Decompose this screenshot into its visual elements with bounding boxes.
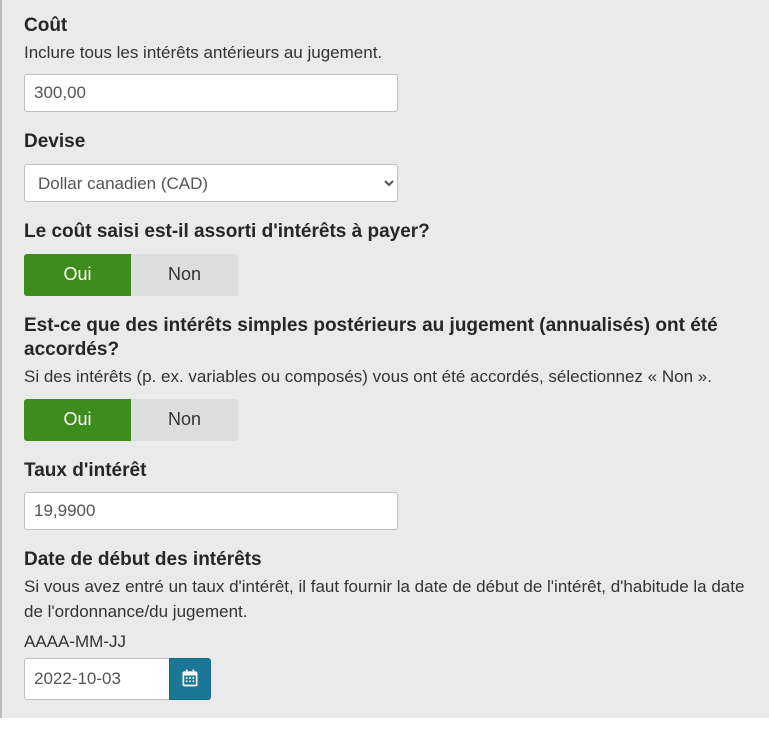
currency-select[interactable]: Dollar canadien (CAD) [24,164,398,202]
simple-interest-group: Est-ce que des intérêts simples postérie… [24,314,747,441]
simple-interest-no-button[interactable]: Non [131,399,238,441]
has-interest-toggle: Oui Non [24,254,238,296]
simple-interest-label: Est-ce que des intérêts simples postérie… [24,314,747,363]
has-interest-group: Le coût saisi est-il assorti d'intérêts … [24,220,747,296]
has-interest-label: Le coût saisi est-il assorti d'intérêts … [24,220,747,245]
form-panel: Coût Inclure tous les intérêts antérieur… [0,0,769,718]
rate-label: Taux d'intérêt [24,459,747,484]
start-date-hint: Si vous avez entré un taux d'intérêt, il… [24,575,747,624]
start-date-format: AAAA-MM-JJ [24,632,747,652]
rate-group: Taux d'intérêt [24,459,747,531]
simple-interest-yes-button[interactable]: Oui [24,399,131,441]
simple-interest-toggle: Oui Non [24,399,238,441]
start-date-group: Date de début des intérêts Si vous avez … [24,548,747,700]
currency-label: Devise [24,130,747,155]
cost-label: Coût [24,14,747,39]
start-date-input[interactable] [24,658,169,700]
calendar-button[interactable] [169,658,211,700]
rate-input[interactable] [24,492,398,530]
has-interest-yes-button[interactable]: Oui [24,254,131,296]
start-date-row [24,658,747,700]
start-date-label: Date de début des intérêts [24,548,747,573]
has-interest-no-button[interactable]: Non [131,254,238,296]
calendar-icon [180,668,200,691]
cost-group: Coût Inclure tous les intérêts antérieur… [24,14,747,112]
simple-interest-hint: Si des intérêts (p. ex. variables ou com… [24,365,747,390]
cost-input[interactable] [24,74,398,112]
cost-hint: Inclure tous les intérêts antérieurs au … [24,41,747,66]
currency-group: Devise Dollar canadien (CAD) [24,130,747,202]
